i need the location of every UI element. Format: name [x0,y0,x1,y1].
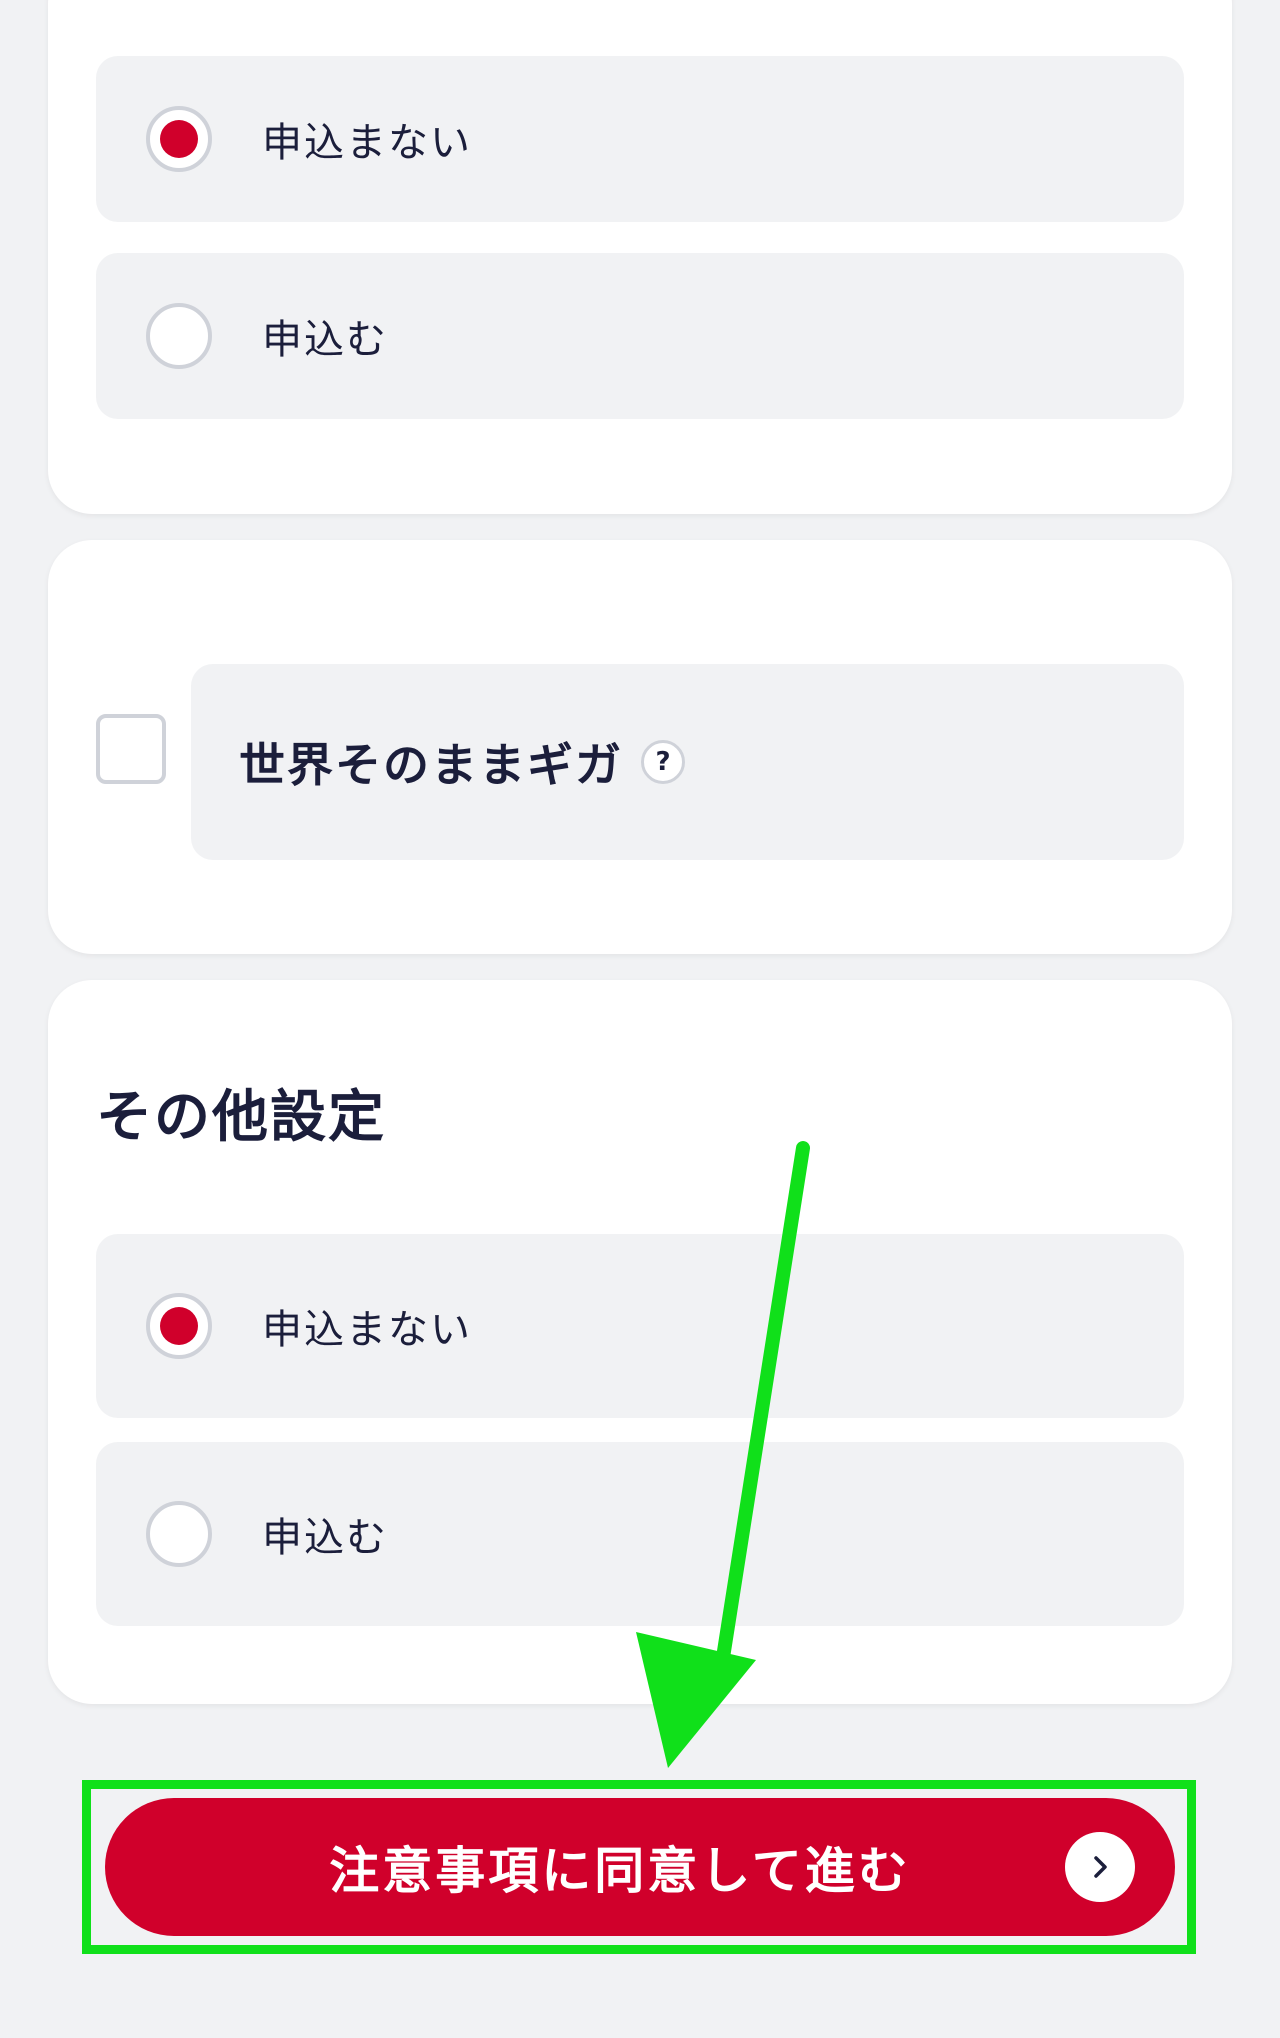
option-label: 申込む [262,1515,388,1561]
checkbox-panel[interactable]: 世界そのままギガ ? [191,664,1184,860]
agree-and-proceed-button[interactable]: 注意事項に同意して進む [105,1798,1175,1936]
radio-unselected[interactable] [146,303,212,369]
option-apply-1[interactable]: 申込む [96,253,1184,419]
radio-dot [160,120,198,158]
chevron-right-icon [1065,1832,1135,1902]
radio-selected[interactable] [146,106,212,172]
checkbox-label: 世界そのままギガ [239,738,623,792]
other-settings-card: その他設定 申込まない 申込む [48,980,1232,1704]
help-icon[interactable]: ? [641,740,685,784]
option-not-apply-2[interactable]: 申込まない [96,1234,1184,1418]
option-apply-2[interactable]: 申込む [96,1442,1184,1626]
cta-label: 注意事項に同意して進む [329,1842,911,1900]
option-not-apply-1[interactable]: 申込まない [96,56,1184,222]
section-title: その他設定 [96,1085,386,1150]
radio-unselected[interactable] [146,1501,212,1567]
checkbox-card: 世界そのままギガ ? [48,540,1232,954]
radio-selected[interactable] [146,1293,212,1359]
option-card-1: 申込まない 申込む [48,0,1232,514]
radio-dot [160,1307,198,1345]
option-label: 申込まない [262,120,472,166]
option-label: 申込まない [262,1307,472,1353]
sekai-sonomama-giga-checkbox[interactable] [96,714,166,784]
option-label: 申込む [262,317,388,363]
